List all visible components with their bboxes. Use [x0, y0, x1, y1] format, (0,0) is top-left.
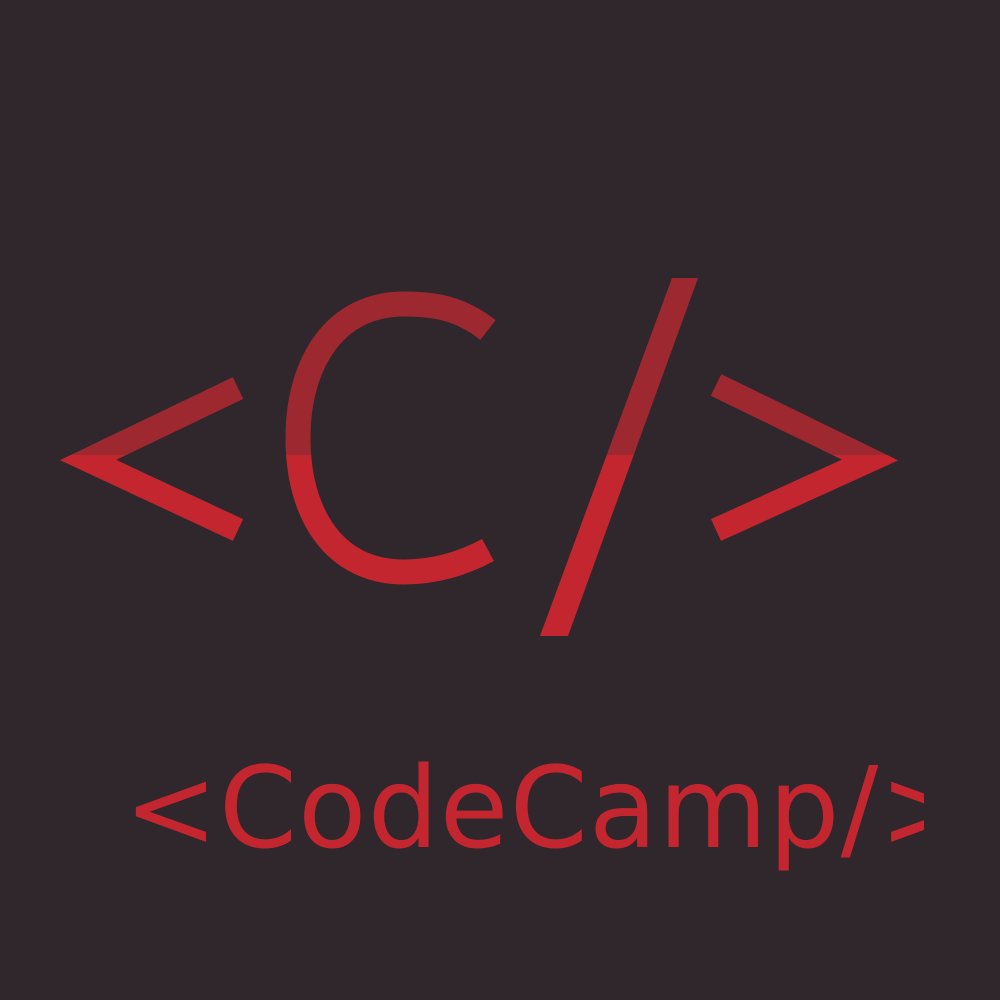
logo-canvas: <CodeCamp/> [0, 0, 1000, 1000]
less-than-glyph [59, 377, 244, 541]
brand-wordmark: <CodeCamp/> [124, 744, 924, 874]
code-bracket-logo-mark [59, 278, 899, 636]
greater-than-glyph [710, 374, 899, 541]
letter-c-glyph [285, 291, 496, 585]
slash-glyph [540, 278, 698, 636]
